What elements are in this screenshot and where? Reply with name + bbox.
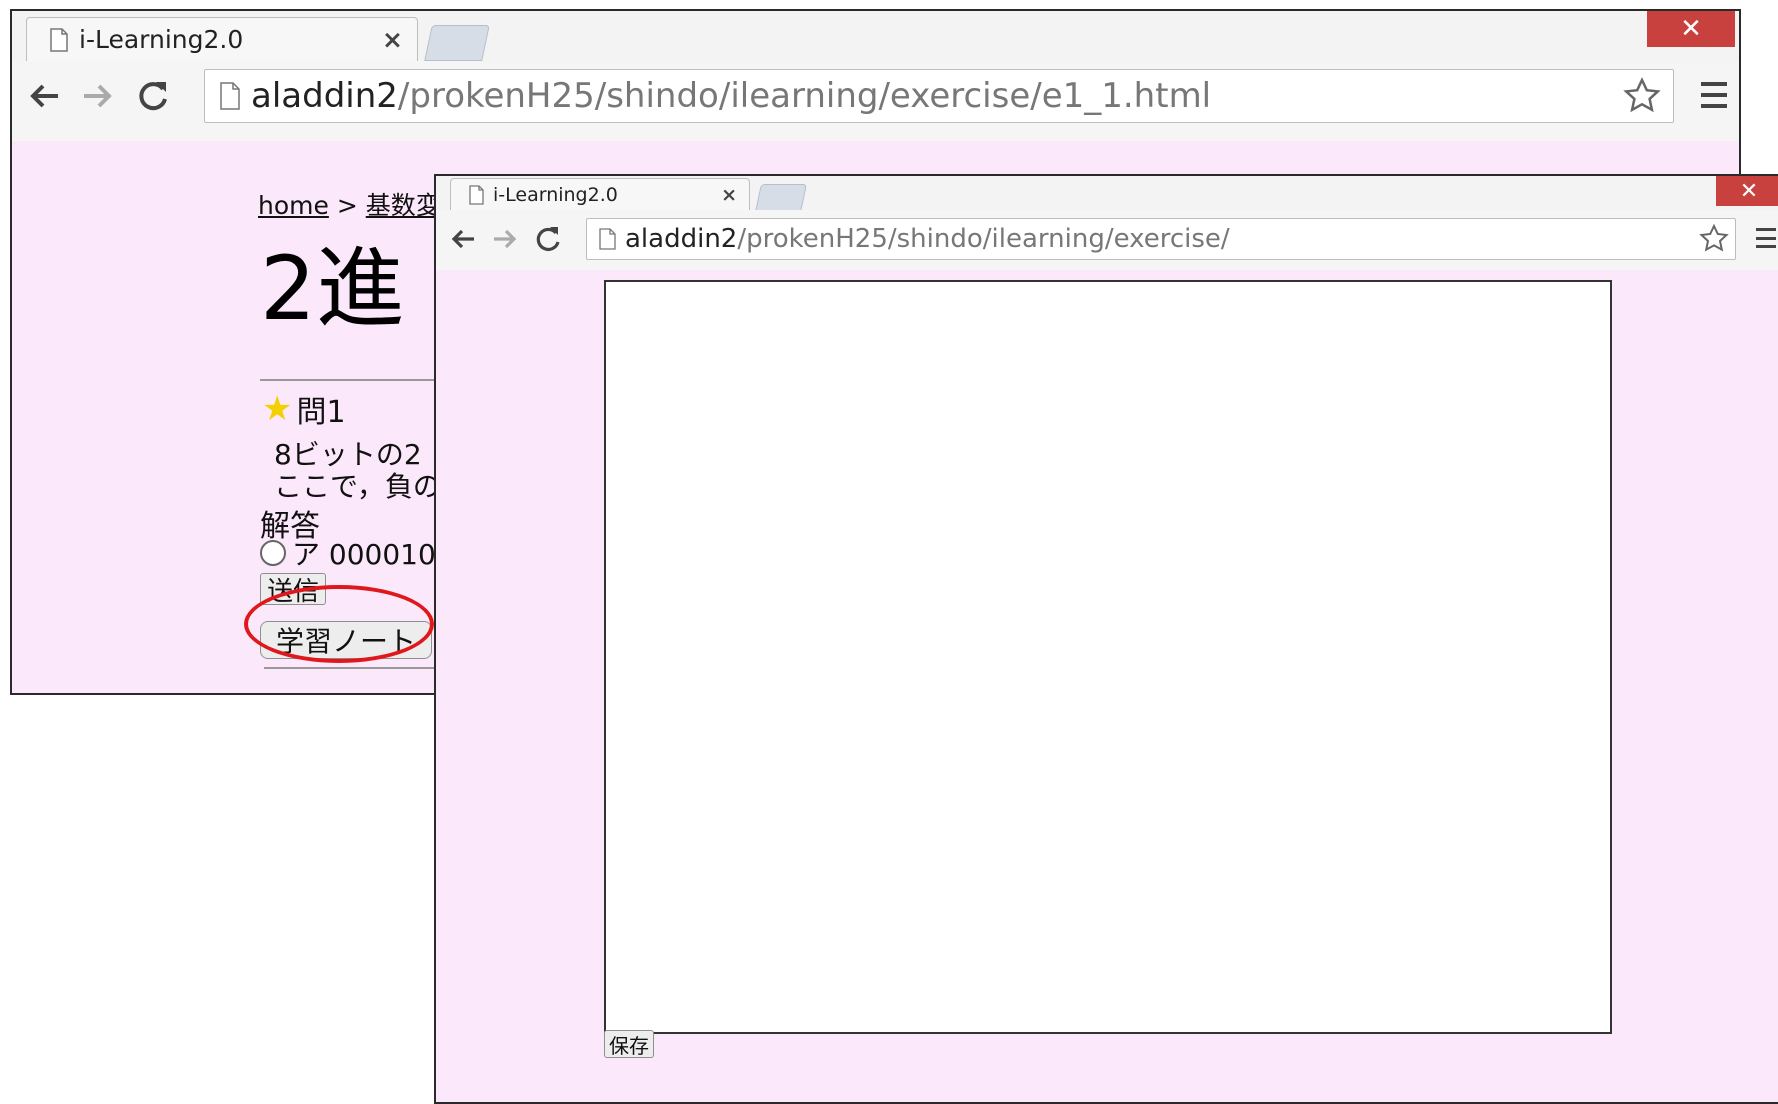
reload-icon[interactable] — [136, 79, 170, 113]
page-icon — [469, 184, 484, 205]
question-text-line2: ここで，負の — [274, 470, 441, 503]
back-arrow-icon[interactable] — [450, 227, 476, 251]
question-text-line1: 8ビットの2 — [274, 438, 422, 471]
back-arrow-icon[interactable] — [28, 81, 60, 111]
question-header: ★ 問1 — [262, 387, 346, 431]
window-close-button[interactable]: ✕ — [1716, 176, 1778, 206]
page-icon — [599, 228, 616, 250]
browser-window-note: i-Learning2.0 × ✕ aladdin2/prokenH25/shi… — [434, 174, 1778, 1104]
breadcrumb-home-link[interactable]: home — [258, 191, 329, 220]
save-button[interactable]: 保存 — [604, 1030, 654, 1058]
window-close-button[interactable]: ✕ — [1647, 11, 1735, 47]
page-icon — [50, 27, 68, 52]
browser-toolbar: aladdin2/prokenH25/shindo/ilearning/exer… — [436, 210, 1778, 271]
tab-close-icon[interactable]: × — [721, 184, 737, 206]
highlight-annotation — [244, 585, 434, 663]
browser-toolbar: aladdin2/prokenH25/shindo/ilearning/exer… — [12, 61, 1739, 142]
drawing-canvas[interactable] — [604, 280, 1612, 1034]
bookmark-star-icon[interactable] — [1699, 224, 1729, 254]
new-tab-button[interactable] — [755, 184, 807, 212]
tab-title: i-Learning2.0 — [493, 183, 618, 206]
url-host: aladdin2 — [251, 76, 398, 116]
question-label: 問1 — [296, 395, 346, 430]
star-icon: ★ — [262, 389, 293, 429]
new-tab-button[interactable] — [424, 25, 490, 61]
reload-icon[interactable] — [534, 225, 562, 253]
page-title: 2進 — [260, 237, 404, 340]
forward-arrow-icon[interactable] — [492, 227, 518, 251]
tab-title: i-Learning2.0 — [79, 25, 244, 54]
menu-icon[interactable] — [1756, 228, 1776, 248]
radio-button[interactable] — [260, 540, 286, 566]
breadcrumb-separator: > — [336, 191, 358, 220]
option-label: ア 000010 — [292, 538, 436, 571]
tab-strip: i-Learning2.0 × ✕ — [12, 11, 1739, 61]
page-content: 保存 — [436, 270, 1778, 1102]
tab-close-icon[interactable]: × — [382, 25, 403, 54]
browser-tab-active[interactable]: i-Learning2.0 × — [450, 178, 750, 210]
breadcrumb-current-link[interactable]: 基数変 — [366, 191, 441, 220]
forward-arrow-icon[interactable] — [82, 81, 114, 111]
address-bar[interactable]: aladdin2/prokenH25/shindo/ilearning/exer… — [586, 218, 1736, 260]
address-bar[interactable]: aladdin2/prokenH25/shindo/ilearning/exer… — [204, 69, 1674, 123]
tab-strip: i-Learning2.0 × ✕ — [436, 176, 1778, 212]
url-path: /prokenH25/shindo/ilearning/exercise/e1_… — [397, 76, 1212, 116]
browser-tab-active[interactable]: i-Learning2.0 × — [26, 17, 418, 61]
bookmark-star-icon[interactable] — [1623, 77, 1661, 115]
question-text: 8ビットの2 ここで，負の — [274, 439, 441, 503]
page-icon — [220, 82, 240, 110]
menu-icon[interactable] — [1701, 82, 1727, 108]
url-path: /prokenH25/shindo/ilearning/exercise/ — [737, 224, 1230, 254]
answer-option-a[interactable]: ア 000010 — [260, 533, 436, 573]
breadcrumb: home > 基数変 — [258, 186, 441, 222]
url-host: aladdin2 — [625, 224, 738, 254]
